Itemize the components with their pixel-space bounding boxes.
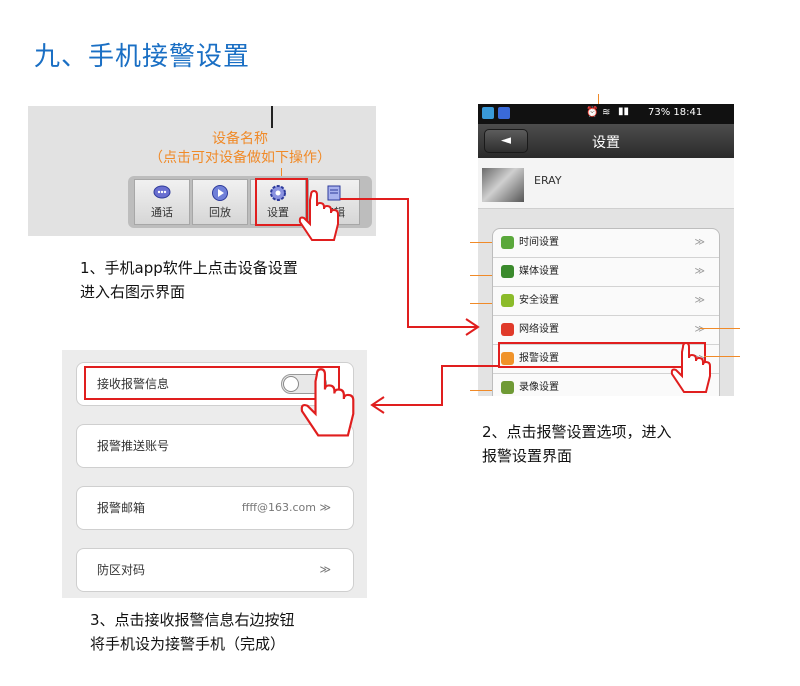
arrow-step2-to-step3: [372, 365, 498, 406]
hand-pointer-icon: [298, 189, 339, 241]
annotation-overlay: [298, 189, 711, 437]
hand-pointer-icon: [300, 368, 355, 437]
arrow-step1-to-step2: [340, 198, 478, 328]
hand-pointer-icon: [670, 341, 711, 393]
